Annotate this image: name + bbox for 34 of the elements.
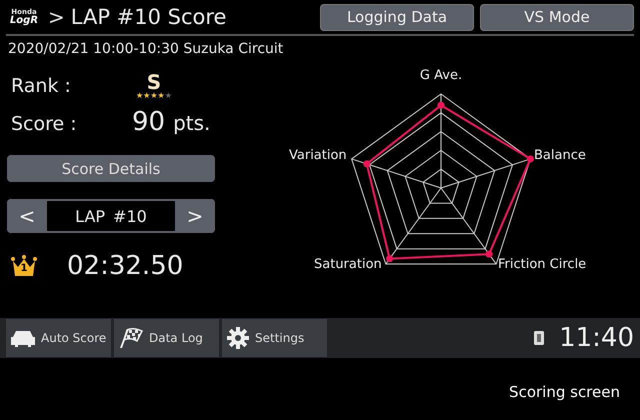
phone-icon bbox=[534, 331, 544, 345]
chevron-separator: > bbox=[48, 5, 65, 29]
lap-label: LAP bbox=[75, 206, 106, 226]
radar-axis-label: Friction Circle bbox=[498, 257, 586, 272]
score-point bbox=[486, 250, 493, 258]
radar-axis-label: Saturation bbox=[314, 257, 382, 272]
header-button[interactable]: Logging Data bbox=[320, 4, 474, 30]
rank-label: Rank : bbox=[10, 75, 72, 97]
header-button[interactable]: VS Mode bbox=[480, 4, 634, 30]
score-point bbox=[526, 155, 534, 162]
car-icon bbox=[10, 328, 36, 348]
rank-value: S bbox=[146, 72, 162, 92]
score-point bbox=[363, 160, 370, 168]
score-unit: pts. bbox=[173, 111, 210, 135]
clock: 11:40 bbox=[559, 323, 634, 353]
settings-icon bbox=[226, 326, 250, 350]
radar-axis-label: G Ave. bbox=[420, 68, 462, 83]
score-details-button[interactable]: Score Details bbox=[7, 155, 215, 182]
radar-axis-label: Balance bbox=[534, 148, 586, 163]
score-point bbox=[386, 255, 394, 262]
star-rating: ★★★★★ bbox=[136, 92, 172, 100]
lap-number: #10 bbox=[113, 206, 147, 226]
radar-axis-label: Variation bbox=[289, 148, 347, 163]
session-info: 2020/02/21 10:00-10:30 Suzuka Circuit bbox=[7, 40, 284, 57]
bottom-tab[interactable]: Auto Score bbox=[6, 319, 111, 357]
best-lap-time: 02:32.50 bbox=[67, 251, 184, 281]
bottom-tab[interactable]: Data Log bbox=[114, 319, 219, 357]
screen-title: LAP #10 Score bbox=[70, 5, 226, 29]
score-point bbox=[438, 102, 444, 109]
caption: Scoring screen bbox=[509, 383, 620, 401]
score-label: Score : bbox=[10, 113, 78, 135]
score-value: 90 bbox=[132, 107, 166, 137]
checkered-flag-icon bbox=[118, 327, 144, 349]
bottom-tab[interactable]: Settings bbox=[222, 319, 327, 357]
